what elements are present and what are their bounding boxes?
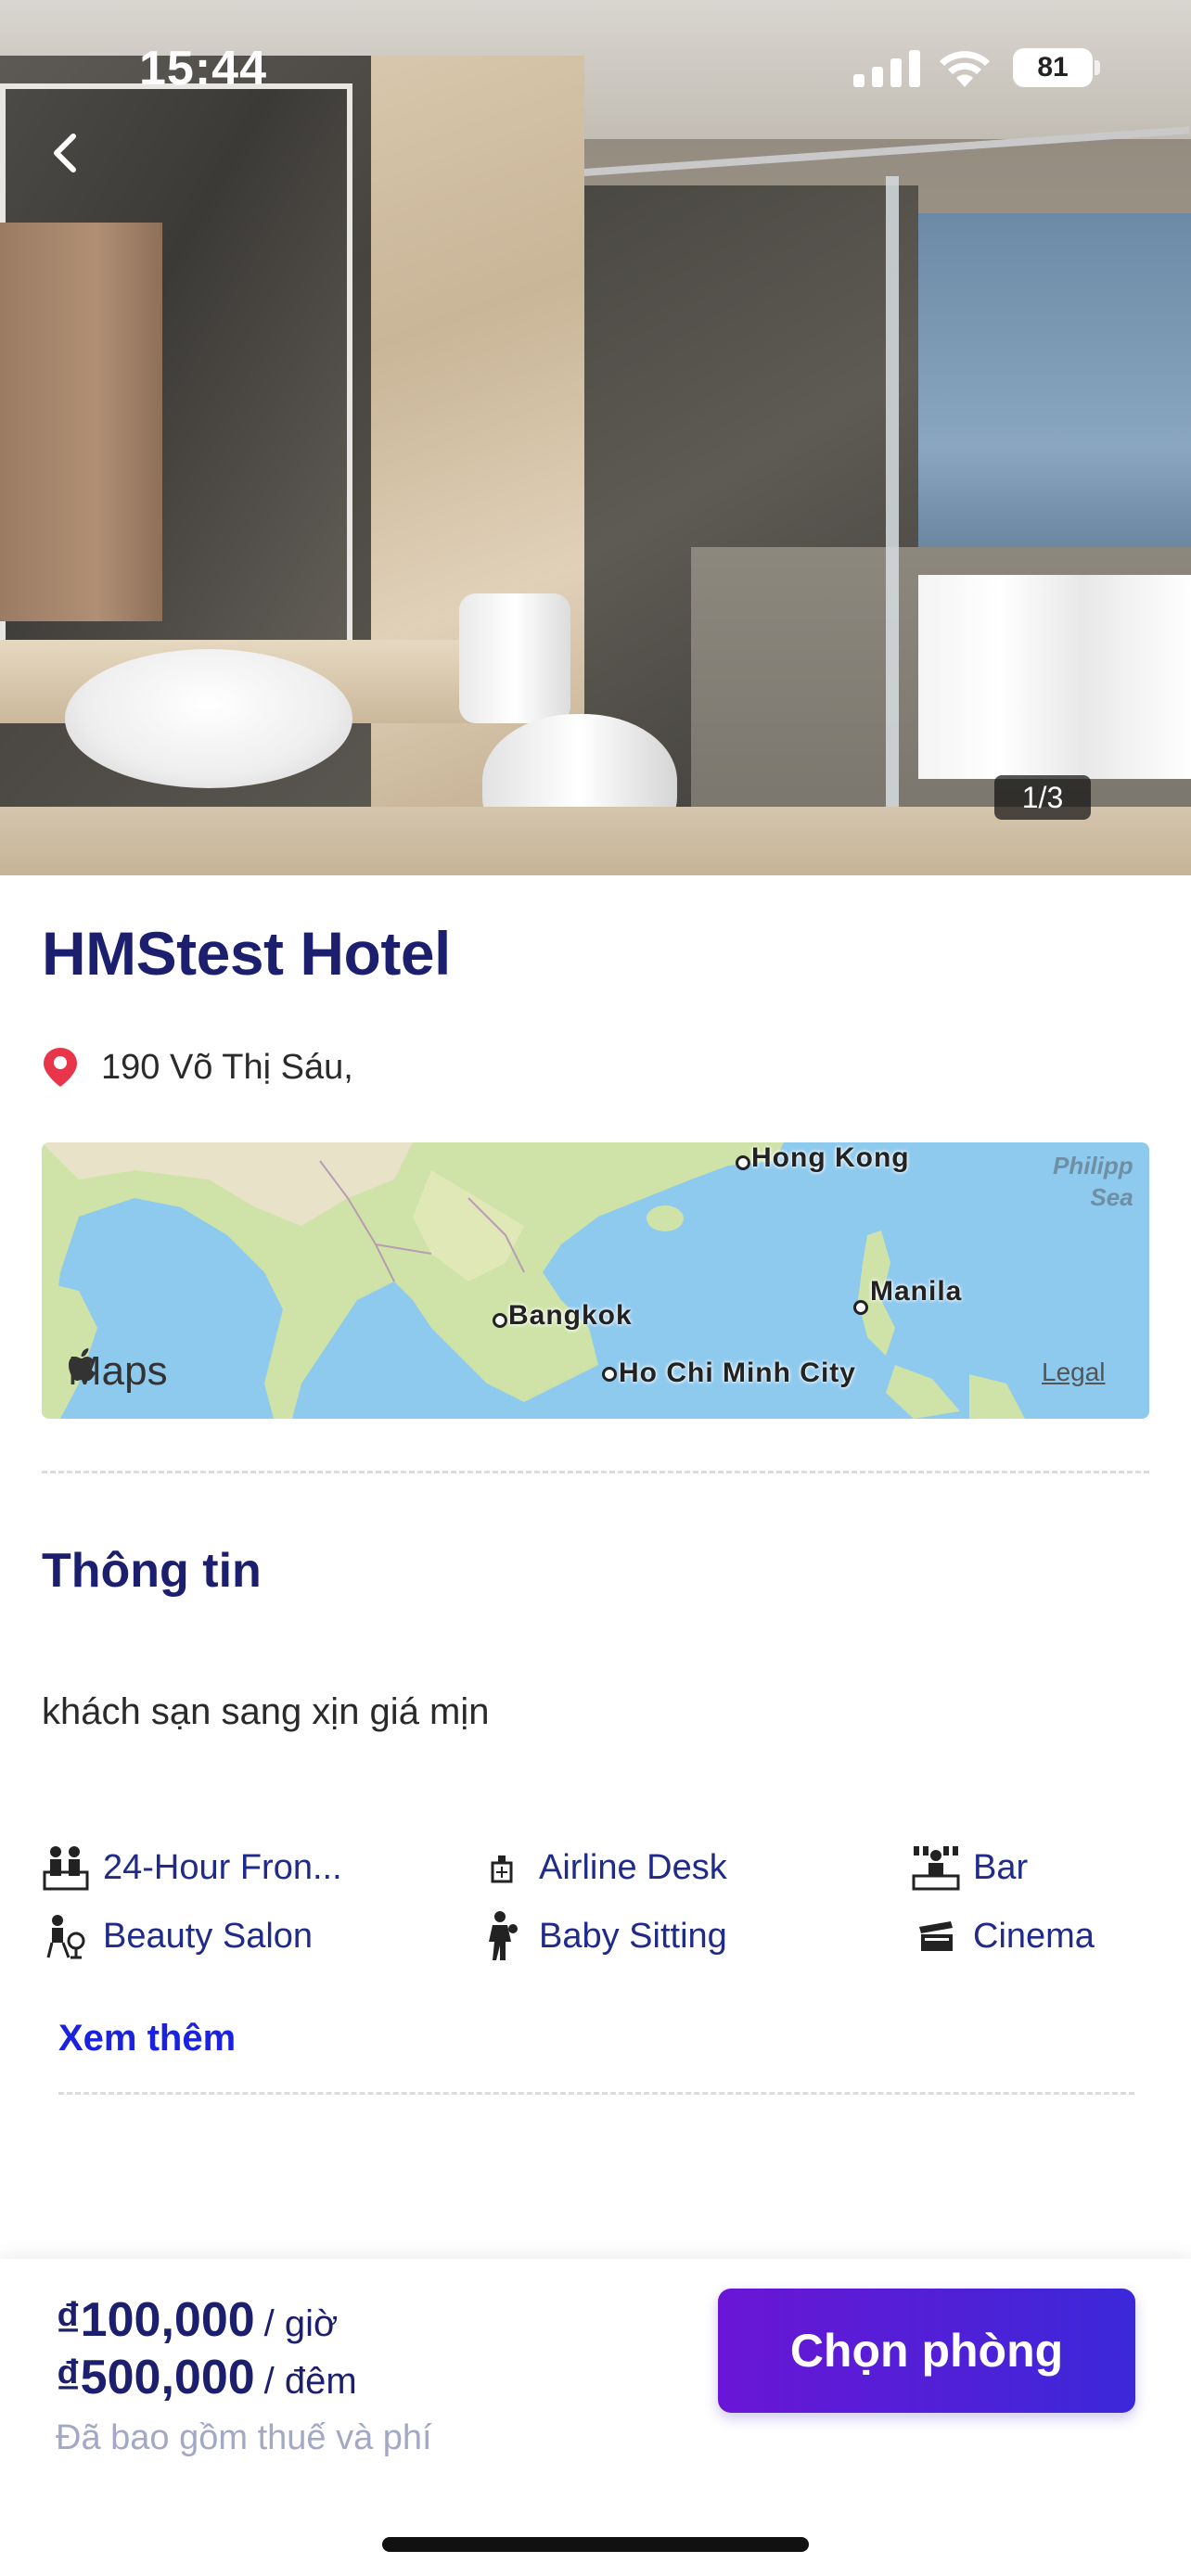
amenity-item: 24-Hour Fron... — [42, 1842, 342, 1894]
map-label-manila: Manila — [870, 1276, 963, 1307]
amenity-label: Airline Desk — [539, 1847, 727, 1887]
tax-note: Đã bao gồm thuế và phí — [56, 2418, 432, 2457]
amenity-label: Bar — [973, 1847, 1029, 1887]
amenity-item: Baby Sitting — [478, 1910, 727, 1962]
amenity-label: Baby Sitting — [539, 1916, 727, 1956]
price-hour-unit: / giờ — [263, 2303, 339, 2344]
amenity-item: Cinema — [912, 1910, 1095, 1962]
battery-level: 81 — [1037, 52, 1069, 83]
see-more-link[interactable]: Xem thêm — [58, 2018, 236, 2060]
price-night-value: ₫500,000 — [56, 2351, 255, 2404]
amenity-item: Beauty Salon — [42, 1910, 313, 1962]
photo-sink — [65, 649, 352, 788]
cinema-icon — [912, 1912, 960, 1960]
photo-window — [918, 213, 1191, 603]
signal-icon — [853, 50, 920, 87]
map-marker-manila — [853, 1300, 868, 1315]
front-desk-icon — [42, 1843, 90, 1892]
hotel-description: khách sạn sang xịn giá mịn — [42, 1691, 490, 1732]
chevron-left-icon — [54, 134, 76, 172]
map-land — [42, 1142, 1025, 1419]
info-section-title: Thông tin — [42, 1544, 262, 1598]
map-sea-line1: Philipp — [1053, 1152, 1133, 1180]
wifi-icon — [940, 51, 990, 87]
bar-icon — [912, 1843, 960, 1892]
back-button[interactable] — [37, 125, 93, 181]
map-label-ho-chi-minh: Ho Chi Minh City — [619, 1358, 856, 1388]
photo-counter: 1/3 — [994, 775, 1091, 820]
address-row: 190 Võ Thị Sáu, — [42, 1046, 353, 1089]
price-per-hour: ₫100,000 / giờ — [56, 2292, 338, 2348]
location-map[interactable]: Hong Kong Philipp Sea Manila Bangkok Ho … — [42, 1142, 1149, 1419]
amenity-label: Beauty Salon — [103, 1916, 314, 1956]
airline-desk-icon — [478, 1843, 526, 1892]
photo-towels — [918, 575, 1191, 779]
choose-room-button[interactable]: Chọn phòng — [718, 2289, 1135, 2413]
map-label-hong-kong: Hong Kong — [751, 1142, 910, 1173]
amenities-list: 24-Hour Fron... Airline Desk Bar Beauty … — [42, 1836, 1155, 1984]
apple-icon — [69, 1348, 96, 1381]
photo-toilet-tank — [459, 593, 570, 723]
location-pin-icon — [44, 1048, 77, 1087]
home-indicator[interactable] — [382, 2537, 809, 2552]
hotel-photo[interactable]: 15:44 81 1/3 — [0, 0, 1191, 875]
battery-cap — [1095, 60, 1100, 75]
apple-maps-logo: Maps — [68, 1348, 168, 1395]
booking-bar: ₫100,000 / giờ ₫500,000 / đêm Đã bao gồm… — [0, 2259, 1191, 2576]
divider — [58, 2092, 1134, 2095]
battery-icon: 81 — [1013, 48, 1093, 87]
map-legal-link[interactable]: Legal — [1042, 1358, 1106, 1387]
price-night-unit: / đêm — [263, 2361, 357, 2402]
map-marker-ho-chi-minh — [602, 1367, 617, 1382]
amenity-label: 24-Hour Fron... — [103, 1847, 342, 1887]
price-per-night: ₫500,000 / đêm — [56, 2350, 357, 2405]
status-time: 15:44 — [139, 42, 267, 96]
photo-door — [0, 223, 162, 621]
amenity-item: Airline Desk — [478, 1842, 727, 1894]
photo-glass-door — [886, 176, 899, 875]
baby-sitting-icon — [478, 1911, 526, 1960]
map-label-bangkok: Bangkok — [508, 1300, 633, 1331]
map-marker-hong-kong — [736, 1155, 750, 1170]
hotel-address: 190 Võ Thị Sáu, — [101, 1047, 353, 1087]
beauty-salon-icon — [42, 1912, 90, 1960]
amenity-label: Cinema — [973, 1916, 1095, 1956]
map-sea-line2: Sea — [1090, 1183, 1133, 1211]
hotel-name: HMStest Hotel — [42, 919, 451, 988]
amenity-item: Bar — [912, 1842, 1028, 1894]
map-marker-bangkok — [493, 1313, 507, 1328]
divider — [42, 1471, 1149, 1473]
map-label-sea: Philipp Sea — [1053, 1150, 1133, 1213]
price-hour-value: ₫100,000 — [56, 2293, 255, 2347]
